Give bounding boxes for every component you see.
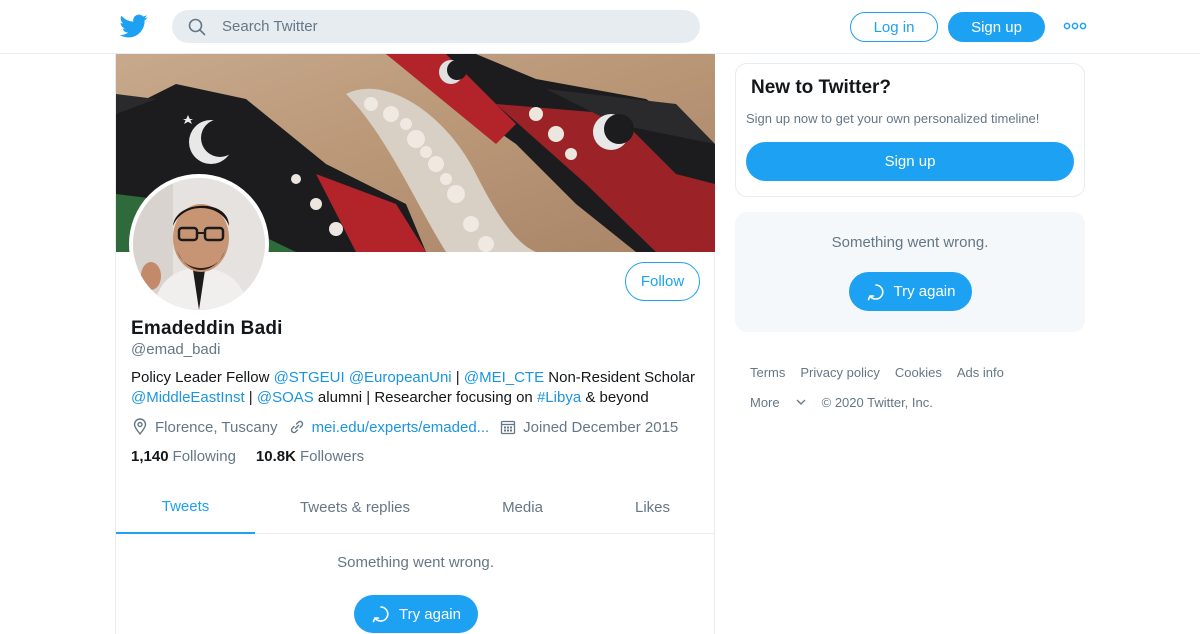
tab-tweets[interactable]: Tweets <box>116 480 255 534</box>
sidebar-try-again-button[interactable]: Try again <box>849 272 972 311</box>
tab-tweets-replies[interactable]: Tweets & replies <box>255 480 455 534</box>
profile-column: Follow Emadeddin Badi @emad_badi Policy … <box>115 54 715 634</box>
mention-link[interactable]: @STGEUI <box>274 369 345 386</box>
refresh-icon <box>372 606 389 623</box>
sidebar-error-text: Something went wrong. <box>831 234 989 251</box>
sidebar-error-card: Something went wrong. Try again <box>735 212 1085 332</box>
card-title: New to Twitter? <box>751 77 892 98</box>
top-bar: Log in Sign up <box>0 0 1200 54</box>
profile-bio: Policy Leader Fellow @STGEUI @EuropeanUn… <box>131 369 696 406</box>
mention-link[interactable]: @SOAS <box>257 389 314 406</box>
avatar[interactable] <box>129 174 269 314</box>
mention-link[interactable]: @MEI_CTE <box>464 369 544 386</box>
tab-media[interactable]: Media <box>455 480 590 534</box>
profile-meta: Florence, Tuscany mei.edu/experts/emaded… <box>131 416 688 438</box>
joined-item: Joined December 2015 <box>499 418 678 436</box>
location-item: Florence, Tuscany <box>131 418 278 436</box>
card-subtitle: Sign up now to get your own personalized… <box>746 111 1040 126</box>
refresh-icon <box>867 283 884 300</box>
link-icon <box>290 420 303 434</box>
more-dots-icon[interactable] <box>1063 16 1087 36</box>
profile-handle: @emad_badi <box>131 341 221 358</box>
try-again-button[interactable]: Try again <box>354 595 478 633</box>
search-input[interactable] <box>222 18 662 35</box>
chevron-down-icon <box>796 399 806 405</box>
footer: Terms Privacy policy Cookies Ads info Mo… <box>750 362 1080 422</box>
mention-link[interactable]: @EuropeanUni <box>349 369 452 386</box>
following-stat[interactable]: 1,140 Following <box>131 448 236 465</box>
hashtag-link[interactable]: #Libya <box>537 389 581 406</box>
calendar-icon <box>501 420 516 435</box>
followers-stat[interactable]: 10.8K Followers <box>256 448 364 465</box>
location-icon <box>133 418 147 436</box>
joined-text: Joined December 2015 <box>523 418 679 436</box>
new-to-twitter-card: New to Twitter? Sign up now to get your … <box>735 63 1085 197</box>
search-icon <box>188 18 206 36</box>
follow-button[interactable]: Follow <box>625 262 700 301</box>
login-button[interactable]: Log in <box>850 12 938 42</box>
profile-tabs: Tweets Tweets & replies Media Likes <box>116 480 715 534</box>
twitter-bird-icon[interactable] <box>119 12 148 40</box>
tab-likes[interactable]: Likes <box>590 480 715 534</box>
footer-more-button[interactable]: More <box>750 395 807 410</box>
profile-stats: 1,140 Following 10.8K Followers <box>131 448 384 465</box>
footer-link-cookies[interactable]: Cookies <box>895 365 942 380</box>
signup-button[interactable]: Sign up <box>948 12 1045 42</box>
location-text: Florence, Tuscany <box>155 418 278 436</box>
sidebar-signup-button[interactable]: Sign up <box>746 142 1074 181</box>
search-box[interactable] <box>172 10 700 43</box>
website-link[interactable]: mei.edu/experts/emaded... <box>312 419 490 436</box>
copyright: © 2020 Twitter, Inc. <box>821 394 933 410</box>
timeline-error-text: Something went wrong. <box>337 554 494 571</box>
profile-name: Emadeddin Badi <box>131 318 283 339</box>
website-item[interactable]: mei.edu/experts/emaded... <box>288 418 490 436</box>
footer-link-ads[interactable]: Ads info <box>957 365 1004 380</box>
mention-link[interactable]: @MiddleEastInst <box>131 389 245 406</box>
footer-link-terms[interactable]: Terms <box>750 365 785 380</box>
footer-link-privacy[interactable]: Privacy policy <box>800 365 879 380</box>
